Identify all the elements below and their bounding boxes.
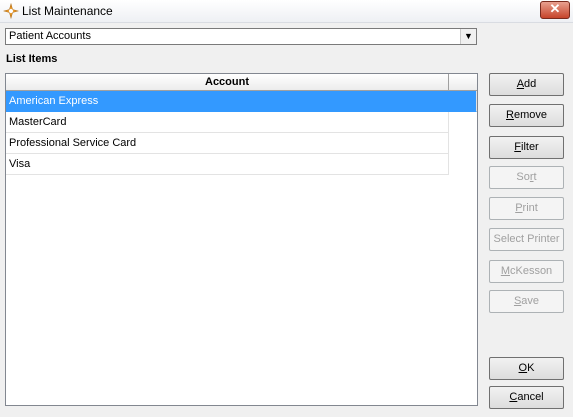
- cell-account: Professional Service Card: [9, 137, 137, 149]
- table-row[interactable]: Visa: [6, 154, 449, 175]
- save-button[interactable]: Save: [489, 290, 564, 313]
- table-row[interactable]: American Express: [6, 91, 477, 112]
- cancel-button[interactable]: Cancel: [489, 386, 564, 409]
- cell-account: American Express: [9, 95, 99, 107]
- title-bar: List Maintenance ✕: [0, 0, 573, 23]
- close-button[interactable]: ✕: [540, 1, 570, 19]
- select-printer-button[interactable]: Select Printer: [489, 228, 564, 251]
- filter-button[interactable]: Filter: [489, 136, 564, 159]
- table-row[interactable]: Professional Service Card: [6, 133, 449, 154]
- column-header-account[interactable]: Account: [6, 74, 449, 91]
- cell-account: Visa: [9, 158, 31, 170]
- table-row[interactable]: MasterCard: [6, 112, 449, 133]
- list-type-dropdown[interactable]: Patient Accounts ▼: [5, 28, 477, 45]
- remove-button[interactable]: Remove: [489, 104, 564, 127]
- list-items-label: List Items: [6, 53, 58, 65]
- list-items-grid[interactable]: Account American Express MasterCard Prof…: [5, 73, 478, 406]
- window-title: List Maintenance: [22, 4, 113, 18]
- list-maintenance-window: List Maintenance ✕ Patient Accounts ▼ Li…: [0, 0, 573, 417]
- dropdown-value: Patient Accounts: [9, 30, 91, 42]
- print-button[interactable]: Print: [489, 197, 564, 220]
- mckesson-button[interactable]: McKesson: [489, 260, 564, 283]
- sort-button[interactable]: Sort: [489, 166, 564, 189]
- chevron-down-icon: ▼: [464, 31, 473, 41]
- app-icon: [3, 3, 19, 19]
- close-icon: ✕: [549, 1, 561, 16]
- column-header-filler: [449, 74, 477, 91]
- add-button[interactable]: Add: [489, 73, 564, 96]
- cell-account: MasterCard: [9, 116, 67, 128]
- dropdown-button[interactable]: ▼: [460, 29, 476, 44]
- ok-button[interactable]: OK: [489, 357, 564, 380]
